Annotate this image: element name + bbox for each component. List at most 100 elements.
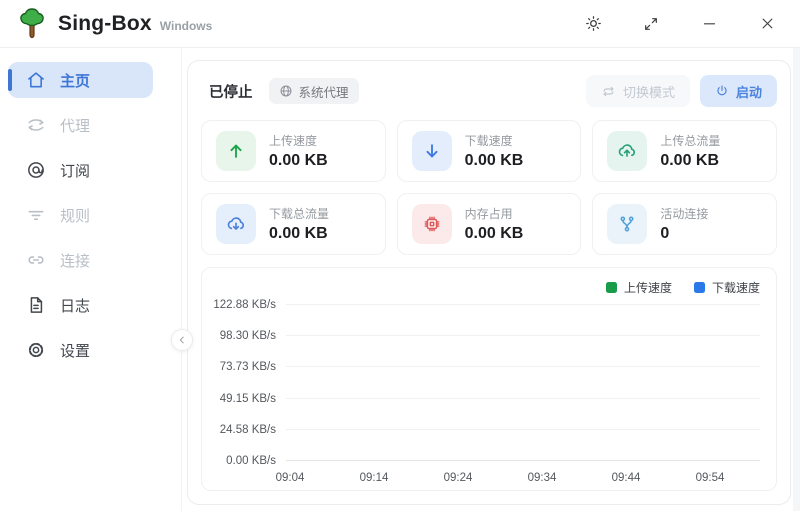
card-active-connections: 活动连接 0 bbox=[592, 193, 777, 255]
cpu-chip-icon bbox=[412, 204, 452, 244]
titlebar-actions bbox=[582, 13, 778, 35]
logs-document-icon bbox=[26, 295, 46, 315]
connections-link-icon bbox=[26, 250, 46, 270]
card-label: 上传速度 bbox=[269, 132, 328, 149]
settings-gear-icon bbox=[26, 340, 46, 360]
proxy-mode-label: 系统代理 bbox=[299, 82, 349, 101]
legend-label: 上传速度 bbox=[624, 279, 672, 296]
switch-mode-label: 切换模式 bbox=[623, 82, 675, 101]
sidebar-item-subscriptions[interactable]: 订阅 bbox=[8, 152, 153, 188]
sidebar-collapse-button[interactable] bbox=[171, 329, 193, 351]
sidebar-item-home[interactable]: 主页 bbox=[8, 62, 153, 98]
card-label: 内存占用 bbox=[465, 205, 524, 222]
sidebar-item-label: 设置 bbox=[60, 340, 90, 361]
card-value: 0.00 KB bbox=[269, 225, 329, 243]
start-button[interactable]: 启动 bbox=[700, 75, 777, 107]
status-label: 已停止 bbox=[209, 81, 253, 102]
x-tick-label: 09:14 bbox=[360, 472, 389, 484]
home-icon bbox=[26, 70, 46, 90]
theme-sun-icon[interactable] bbox=[582, 13, 604, 35]
minimize-icon[interactable] bbox=[698, 13, 720, 35]
chart-plot-area: 122.88 KB/s 98.30 KB/s 73.73 KB/s 49.15 … bbox=[286, 300, 760, 484]
card-label: 活动连接 bbox=[660, 205, 708, 222]
dashboard-panel: 已停止 系统代理 切换模式 bbox=[187, 60, 791, 505]
proxy-mode-badge[interactable]: 系统代理 bbox=[269, 78, 359, 104]
cycle-arrows-icon bbox=[601, 84, 616, 99]
arrow-down-icon bbox=[412, 131, 452, 171]
card-label: 下载总流量 bbox=[269, 205, 329, 222]
legend-label: 下载速度 bbox=[712, 279, 760, 296]
card-value: 0.00 KB bbox=[269, 152, 328, 170]
legend-download[interactable]: 下载速度 bbox=[694, 279, 760, 296]
sidebar-item-label: 订阅 bbox=[60, 160, 90, 181]
card-value: 0.00 KB bbox=[465, 152, 524, 170]
y-tick-label: 122.88 KB/s bbox=[213, 299, 276, 311]
x-tick-label: 09:54 bbox=[696, 472, 725, 484]
y-tick-label: 49.15 KB/s bbox=[220, 393, 276, 405]
sidebar-item-settings[interactable]: 设置 bbox=[8, 332, 153, 368]
fullscreen-icon[interactable] bbox=[640, 13, 662, 35]
app-body: 主页 代理 订阅 bbox=[0, 48, 800, 511]
card-download-total: 下载总流量 0.00 KB bbox=[201, 193, 386, 255]
gridline: 73.73 KB/s bbox=[286, 366, 760, 367]
main-content: 已停止 系统代理 切换模式 bbox=[182, 48, 800, 511]
x-tick-label: 09:24 bbox=[444, 472, 473, 484]
app-title-group: Sing-Box Windows bbox=[58, 12, 212, 36]
card-memory-usage: 内存占用 0.00 KB bbox=[397, 193, 582, 255]
card-value: 0.00 KB bbox=[465, 225, 524, 243]
sidebar-item-label: 规则 bbox=[60, 205, 90, 226]
subscription-at-icon bbox=[26, 160, 46, 180]
y-tick-label: 73.73 KB/s bbox=[220, 361, 276, 373]
card-upload-total: 上传总流量 0.00 KB bbox=[592, 120, 777, 182]
app-logo-tree-icon bbox=[16, 7, 48, 41]
gridline: 24.58 KB/s bbox=[286, 429, 760, 430]
stat-cards: 上传速度 0.00 KB 下载速度 0.00 KB bbox=[201, 120, 777, 255]
card-download-speed: 下载速度 0.00 KB bbox=[397, 120, 582, 182]
close-icon[interactable] bbox=[756, 13, 778, 35]
cloud-upload-icon bbox=[607, 131, 647, 171]
legend-upload[interactable]: 上传速度 bbox=[606, 279, 672, 296]
proxy-swap-icon bbox=[26, 115, 46, 135]
sidebar-item-rules[interactable]: 规则 bbox=[8, 197, 153, 233]
traffic-chart-panel: 上传速度 下载速度 122.88 KB/s 98.30 KB/s 73.73 K… bbox=[201, 267, 777, 491]
x-tick-label: 09:34 bbox=[528, 472, 557, 484]
start-label: 启动 bbox=[736, 82, 762, 101]
y-tick-label: 24.58 KB/s bbox=[220, 424, 276, 436]
sidebar-item-label: 日志 bbox=[60, 295, 90, 316]
chart-x-axis: 09:04 09:14 09:24 09:34 09:44 09:54 bbox=[286, 464, 760, 484]
legend-swatch-upload bbox=[606, 282, 617, 293]
card-upload-speed: 上传速度 0.00 KB bbox=[201, 120, 386, 182]
sidebar-item-label: 代理 bbox=[60, 115, 90, 136]
network-branch-icon bbox=[607, 204, 647, 244]
gridline: 98.30 KB/s bbox=[286, 335, 760, 336]
y-tick-label: 98.30 KB/s bbox=[220, 330, 276, 342]
app-subtitle: Windows bbox=[160, 19, 213, 33]
sidebar-item-proxies[interactable]: 代理 bbox=[8, 107, 153, 143]
sidebar-item-logs[interactable]: 日志 bbox=[8, 287, 153, 323]
gridline: 0.00 KB/s bbox=[286, 460, 760, 461]
y-tick-label: 0.00 KB/s bbox=[226, 455, 276, 467]
switch-mode-button[interactable]: 切换模式 bbox=[586, 75, 690, 107]
x-tick-label: 09:44 bbox=[612, 472, 641, 484]
gridline: 49.15 KB/s bbox=[286, 398, 760, 399]
cloud-download-icon bbox=[216, 204, 256, 244]
card-value: 0 bbox=[660, 225, 708, 243]
app-title: Sing-Box bbox=[58, 12, 152, 36]
card-label: 下载速度 bbox=[465, 132, 524, 149]
sidebar-item-label: 主页 bbox=[60, 70, 90, 91]
sidebar-item-connections[interactable]: 连接 bbox=[8, 242, 153, 278]
scrollbar[interactable] bbox=[793, 48, 800, 511]
titlebar: Sing-Box Windows bbox=[0, 0, 800, 48]
sidebar-item-label: 连接 bbox=[60, 250, 90, 271]
card-label: 上传总流量 bbox=[660, 132, 720, 149]
legend-swatch-download bbox=[694, 282, 705, 293]
power-icon bbox=[715, 84, 729, 98]
arrow-up-icon bbox=[216, 131, 256, 171]
rules-filter-icon bbox=[26, 205, 46, 225]
x-tick-label: 09:04 bbox=[276, 472, 305, 484]
gridline: 122.88 KB/s bbox=[286, 304, 760, 305]
globe-icon bbox=[279, 84, 293, 98]
card-value: 0.00 KB bbox=[660, 152, 720, 170]
status-row: 已停止 系统代理 切换模式 bbox=[201, 74, 777, 108]
chart-legend: 上传速度 下载速度 bbox=[214, 278, 764, 296]
